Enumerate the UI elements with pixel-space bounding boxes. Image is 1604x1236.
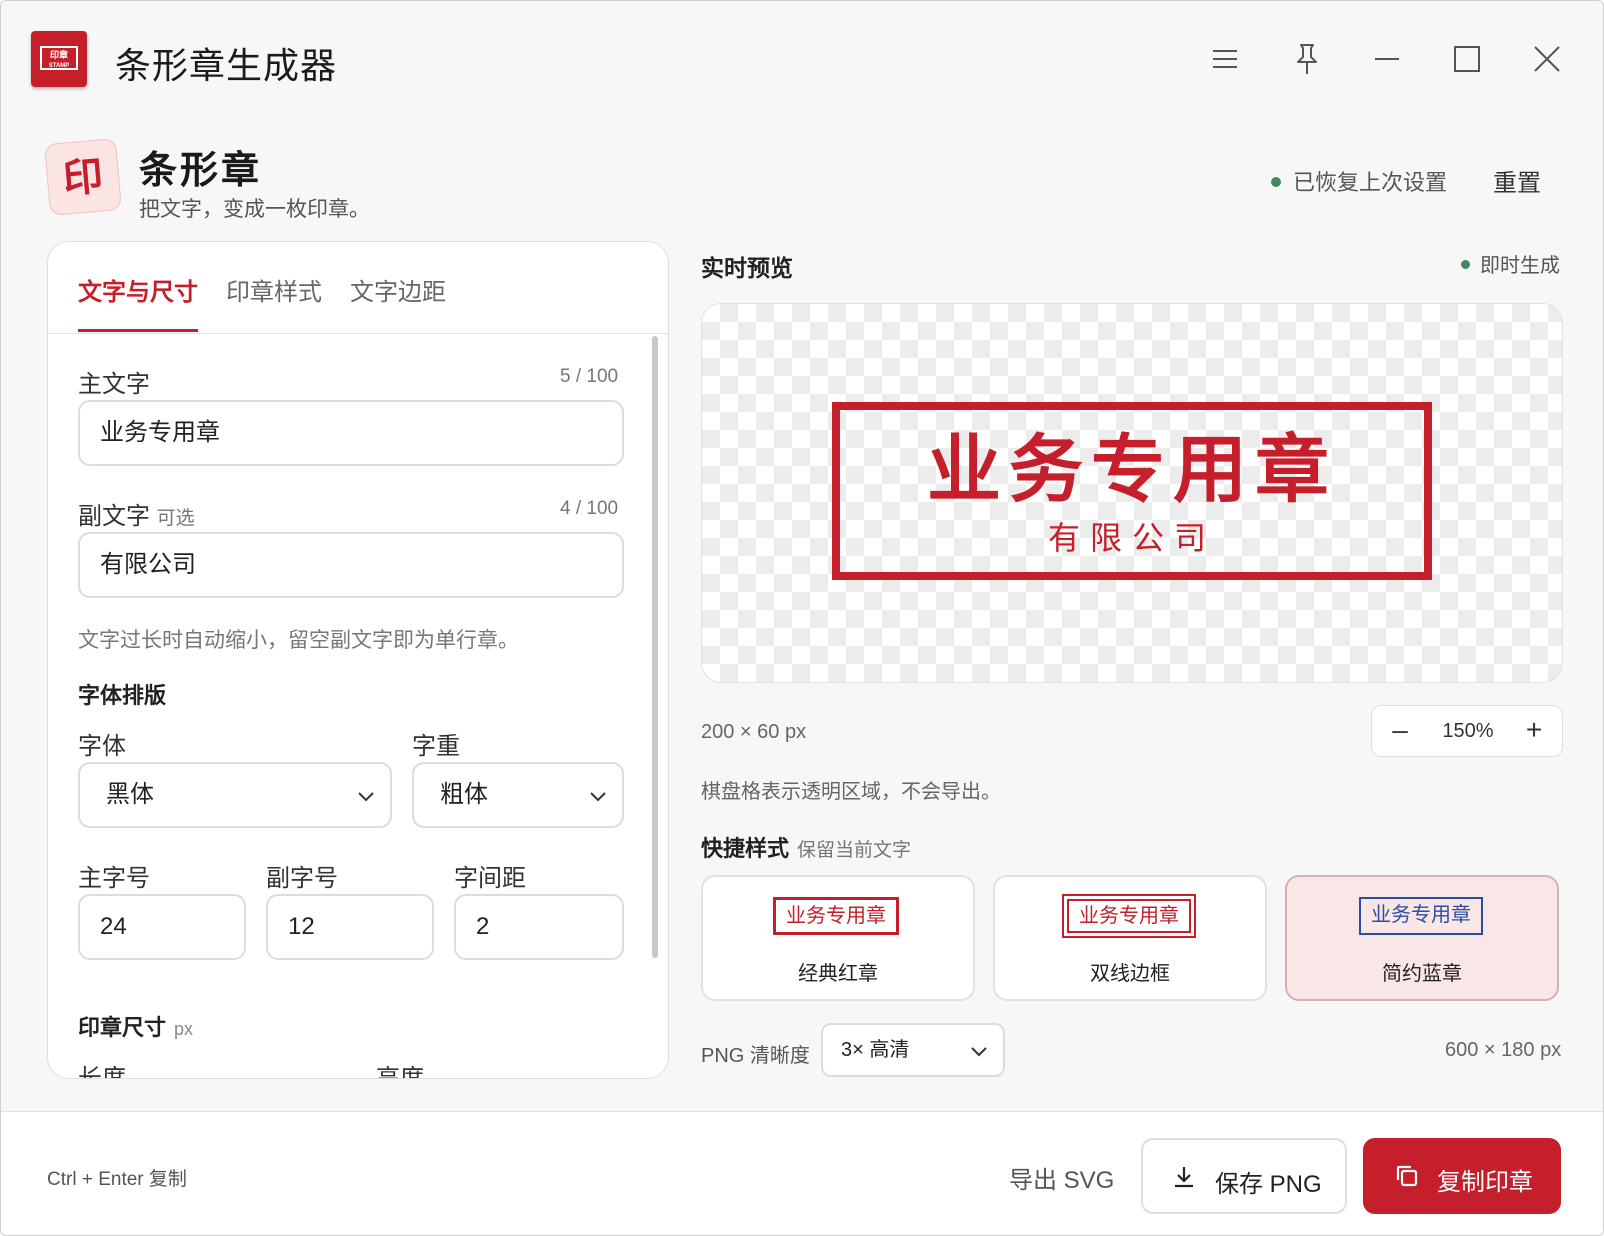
height-label: 高度	[376, 1065, 424, 1079]
tab-bar: 文字与尺寸 印章样式 文字边距	[48, 242, 668, 334]
stamp-preview-canvas: 业务专用章 有限公司	[701, 303, 1563, 683]
preview-title: 实时预览	[701, 255, 793, 281]
double-border-preview: 业务专用章	[1062, 894, 1196, 938]
main-text-label: 主文字	[78, 371, 150, 398]
sub-text-input[interactable]: 有限公司	[78, 532, 624, 598]
zoom-level: 150%	[1442, 720, 1494, 742]
panel-scrollbar[interactable]	[652, 336, 658, 958]
tab-stamp-style[interactable]: 印章样式	[226, 272, 322, 307]
copy-icon	[1396, 1165, 1418, 1187]
png-dimensions: 600 × 180 px	[1445, 1039, 1562, 1061]
length-hint: 文字过长时自动缩小，留空副文字即为单行章。	[78, 629, 519, 652]
optional-tag: 可选	[156, 508, 195, 529]
zoom-out-button[interactable]: –	[1380, 714, 1420, 746]
export-svg-button[interactable]: 导出 SVG	[1009, 1160, 1114, 1195]
stamp-preview: 业务专用章 有限公司	[832, 402, 1432, 580]
page-subtitle: 把文字，变成一枚印章。	[139, 198, 370, 221]
quick-styles-note: 保留当前文字	[797, 840, 912, 861]
quick-styles-title-text: 快捷样式	[701, 836, 790, 861]
sub-text-label: 副文字 可选	[78, 496, 195, 531]
sub-text-label-text: 副文字	[78, 503, 150, 530]
stamp-sub-text: 有限公司	[1047, 520, 1216, 556]
weight-select[interactable]: 粗体	[412, 762, 624, 828]
window-title: 条形章生成器	[115, 45, 338, 86]
maximize-icon[interactable]	[1447, 39, 1487, 79]
app-logo-text: 印章 STAMP	[40, 46, 78, 70]
status-dot-icon	[1461, 260, 1470, 270]
chevron-down-icon	[971, 1047, 987, 1057]
action-bar: Ctrl + Enter 复制 导出 SVG 保存 PNG 复制印章	[1, 1111, 1603, 1235]
app-window: 印章 STAMP 条形章生成器 印 条形章 把文字，变成一枚印章。 已恢复上次设置…	[0, 0, 1604, 1236]
copy-stamp-button[interactable]: 复制印章	[1363, 1138, 1561, 1214]
zoom-control: – 150% +	[1371, 705, 1563, 757]
font-select-value: 黑体	[106, 781, 154, 808]
zoom-in-button[interactable]: +	[1514, 714, 1554, 746]
restore-status-text: 已恢复上次设置	[1293, 170, 1448, 195]
title-bar: 印章 STAMP 条形章生成器	[1, 1, 1603, 121]
chevron-down-icon	[590, 792, 606, 802]
shortcut-hint: Ctrl + Enter 复制	[47, 1169, 187, 1190]
weight-select-value: 粗体	[440, 781, 488, 808]
instant-status-text: 即时生成	[1480, 255, 1560, 277]
spacing-input[interactable]: 2	[454, 894, 624, 960]
sub-text-counter: 4 / 100	[560, 498, 619, 519]
preview-dimensions: 200 × 60 px	[701, 721, 807, 743]
png-quality-select[interactable]: 3× 高清	[821, 1023, 1005, 1077]
style-card-classic-red[interactable]: 业务专用章 经典红章	[701, 875, 975, 1001]
app-logo-icon: 印章 STAMP	[31, 31, 87, 87]
size-unit: px	[174, 1019, 194, 1039]
settings-panel: 文字与尺寸 印章样式 文字边距 主文字 5 / 100 业务专用章 副文字 可选…	[47, 241, 669, 1079]
style-card-simple-blue[interactable]: 业务专用章 简约蓝章	[1285, 875, 1559, 1001]
minimize-icon[interactable]	[1367, 39, 1407, 79]
main-text-input[interactable]: 业务专用章	[78, 400, 624, 466]
size-section-title: 印章尺寸 px	[78, 1010, 193, 1042]
checker-note: 棋盘格表示透明区域，不会导出。	[701, 781, 1001, 803]
save-png-label: 保存 PNG	[1215, 1171, 1322, 1198]
instant-status: 即时生成	[1461, 249, 1560, 278]
spacing-label: 字间距	[454, 865, 526, 892]
chevron-down-icon	[358, 792, 374, 802]
brand-seal-icon: 印	[43, 137, 123, 217]
main-size-input[interactable]: 24	[78, 894, 246, 960]
download-icon	[1175, 1167, 1193, 1188]
double-border-label: 双线边框	[1090, 963, 1170, 985]
sub-size-input[interactable]: 12	[266, 894, 434, 960]
restore-status: 已恢复上次设置	[1271, 165, 1447, 197]
font-select[interactable]: 黑体	[78, 762, 392, 828]
weight-label: 字重	[412, 733, 460, 760]
style-card-double-border[interactable]: 业务专用章 双线边框	[993, 875, 1267, 1001]
typography-section-title: 字体排版	[78, 683, 167, 708]
save-png-button[interactable]: 保存 PNG	[1141, 1138, 1347, 1214]
close-icon[interactable]	[1527, 39, 1567, 79]
classic-red-preview: 业务专用章	[773, 897, 899, 935]
main-size-label: 主字号	[78, 865, 150, 892]
stamp-main-text: 业务专用章	[927, 428, 1337, 511]
tab-text-size[interactable]: 文字与尺寸	[78, 272, 198, 307]
copy-stamp-label: 复制印章	[1437, 1169, 1533, 1196]
length-label: 长度	[78, 1065, 126, 1079]
classic-red-label: 经典红章	[798, 963, 878, 985]
menu-icon[interactable]	[1205, 39, 1245, 79]
page-title: 条形章	[139, 150, 263, 192]
png-quality-label: PNG 清晰度	[701, 1045, 810, 1067]
active-tab-indicator	[78, 329, 198, 332]
reset-button[interactable]: 重置	[1493, 163, 1541, 198]
simple-blue-label: 简约蓝章	[1382, 963, 1462, 985]
png-quality-value: 3× 高清	[841, 1039, 910, 1061]
main-text-counter: 5 / 100	[560, 366, 619, 387]
simple-blue-preview: 业务专用章	[1359, 897, 1483, 935]
sub-size-label: 副字号	[266, 865, 338, 892]
font-label: 字体	[78, 733, 126, 760]
status-dot-icon	[1271, 177, 1281, 188]
tab-text-margin[interactable]: 文字边距	[350, 272, 446, 307]
pin-icon[interactable]	[1287, 39, 1327, 79]
size-section-text: 印章尺寸	[78, 1015, 167, 1040]
quick-styles-title: 快捷样式 保留当前文字	[701, 831, 911, 863]
